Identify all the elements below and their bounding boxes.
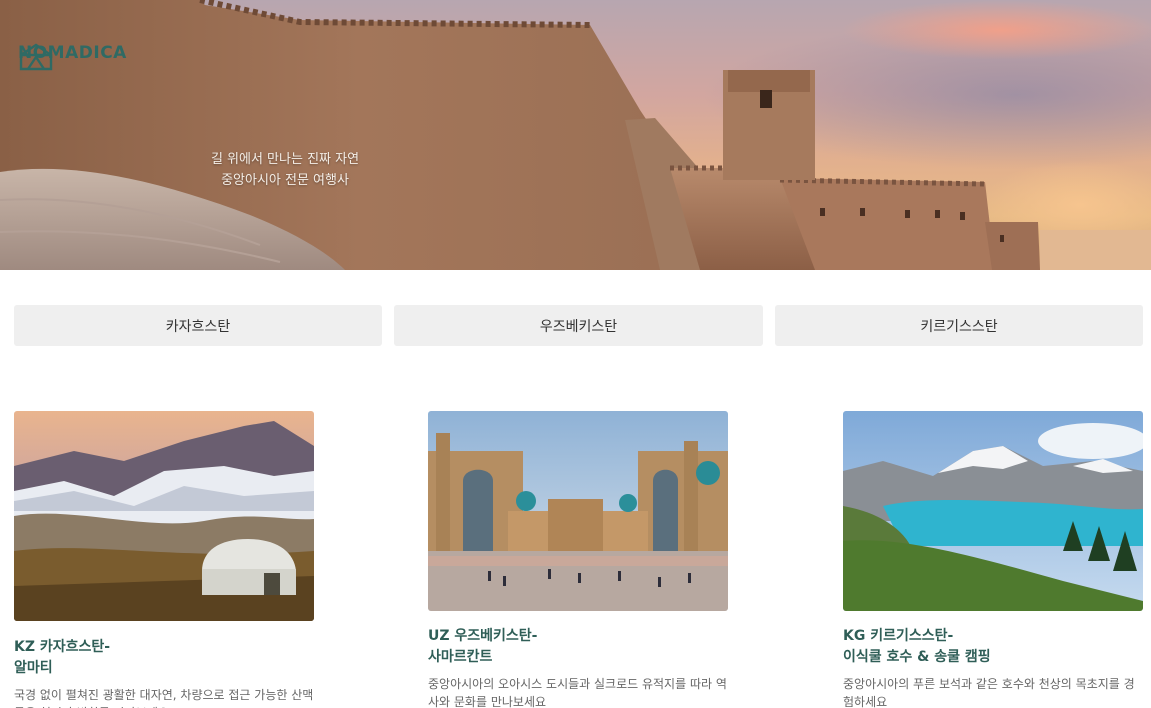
card-kazakhstan[interactable]: KZ 카자흐스탄- 알마티 국경 없이 펼쳐진 광활한 대자연, 차량으로 접근…: [14, 411, 314, 708]
tab-kazakhstan[interactable]: 카자흐스탄: [14, 305, 382, 346]
card-title: KZ 카자흐스탄- 알마티: [14, 639, 111, 676]
yurt-logo-icon: [19, 43, 53, 71]
tagline-line-2: 중앙아시아 전문 여행사: [221, 173, 349, 188]
brand-logo[interactable]: NOMADICA: [18, 43, 127, 71]
almaty-yurt-image: [14, 411, 314, 621]
card-description: 국경 없이 펼쳐진 광활한 대자연, 차량으로 접근 가능한 산맥들을 현지가 …: [14, 688, 314, 708]
tagline-line-1: 길 위에서 만나는 진짜 자연: [210, 152, 360, 167]
card-uzbekistan[interactable]: UZ 우즈베키스탄- 사마르칸트 중앙아시아의 오아시스 도시들과 실크로드 유…: [428, 411, 728, 708]
card-description: 중앙아시아의 푸른 보석과 같은 호수와 천상의 목초지를 경험하세요: [843, 677, 1135, 708]
tab-uzbekistan[interactable]: 우즈베키스탄: [394, 305, 763, 346]
card-description: 중앙아시아의 오아시스 도시들과 실크로드 유적지를 따라 역사와 문화를 만나…: [428, 677, 727, 708]
fortress-wall-image: [0, 0, 1151, 270]
hero-tagline: 길 위에서 만나는 진짜 자연 중앙아시아 전문 여행사: [180, 149, 390, 191]
hero-banner: NOMADICA 길 위에서 만나는 진짜 자연 중앙아시아 전문 여행사: [0, 0, 1151, 270]
tab-kyrgyzstan[interactable]: 키르기스스탄: [775, 305, 1143, 346]
issyk-kul-lake-image: [843, 411, 1143, 611]
card-title: KG 키르기스스탄- 이식쿨 호수 & 송쿨 캠핑: [843, 628, 991, 665]
card-kyrgyzstan[interactable]: KG 키르기스스탄- 이식쿨 호수 & 송쿨 캠핑 중앙아시아의 푸른 보석과 …: [843, 411, 1143, 708]
card-title: UZ 우즈베키스탄- 사마르칸트: [428, 628, 538, 665]
samarkand-registan-image: [428, 411, 728, 611]
